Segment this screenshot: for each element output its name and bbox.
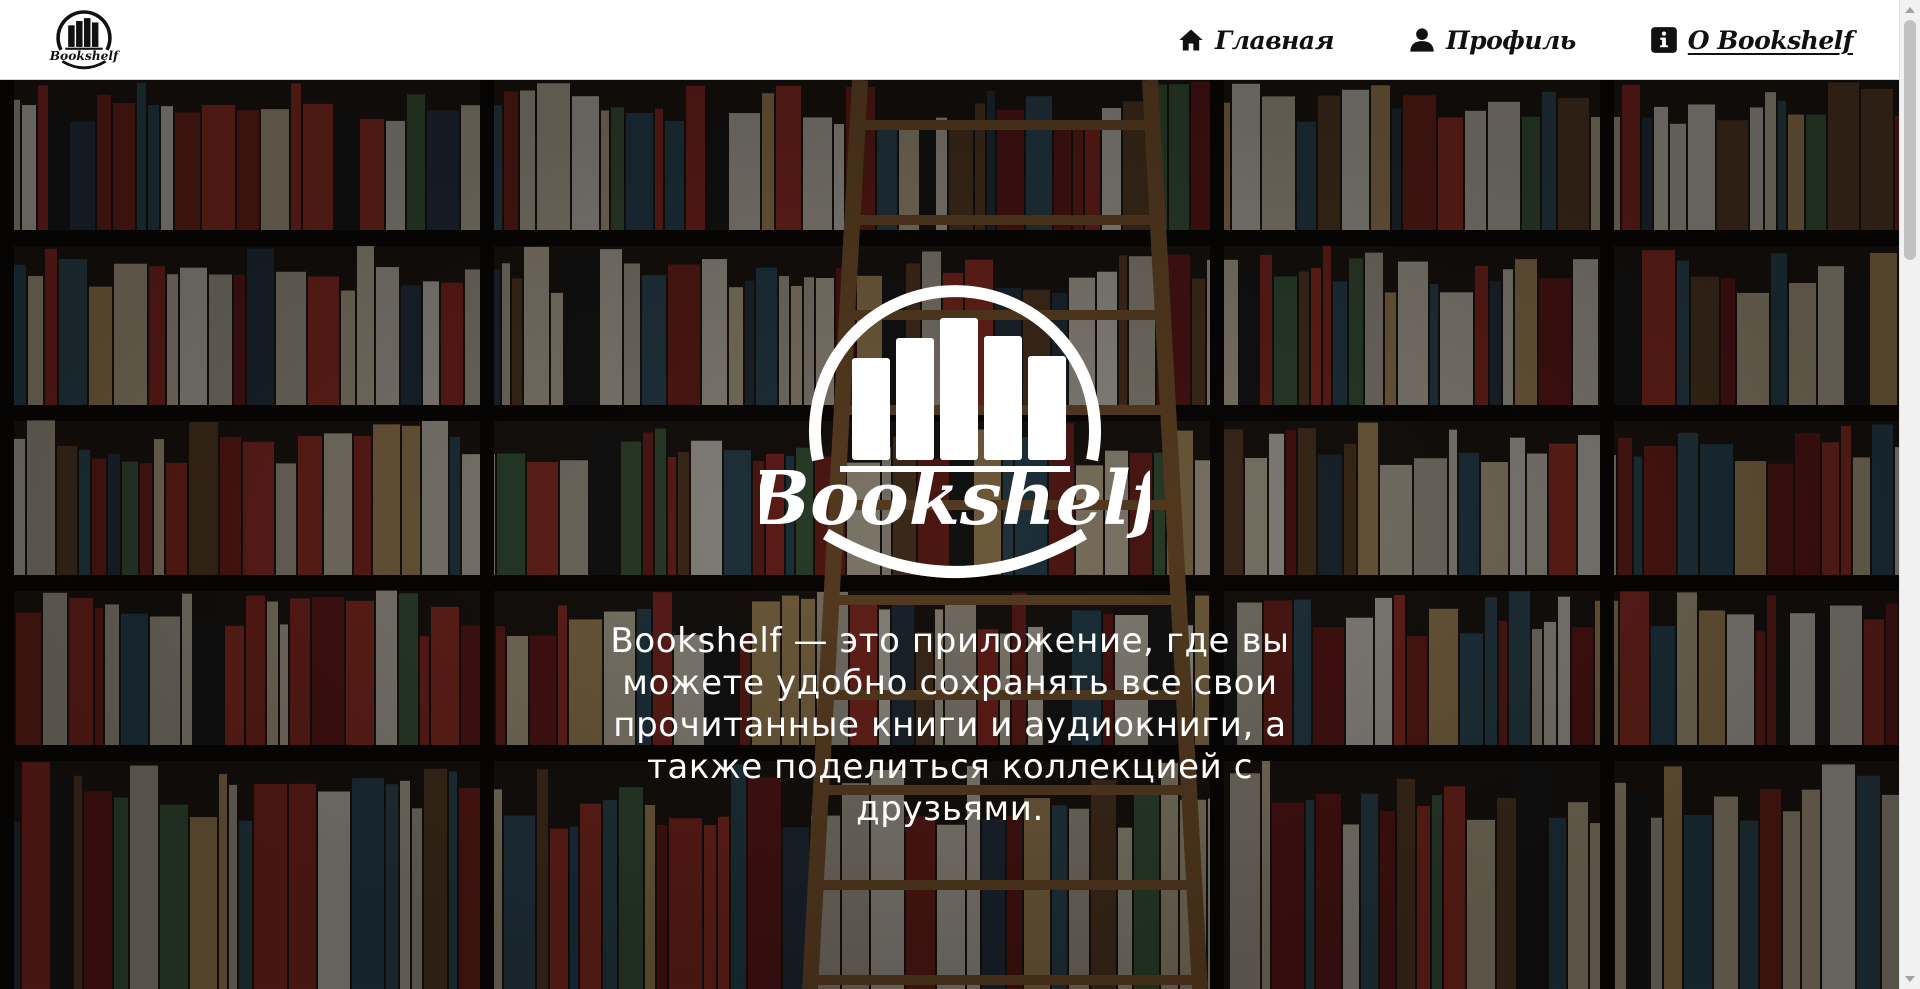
user-icon (1410, 28, 1434, 52)
hero-logo-text: Bookshelf (760, 456, 1150, 542)
home-icon (1179, 29, 1203, 51)
nav-about[interactable]: О Bookshelf (1650, 25, 1854, 55)
bookshelf-logo[interactable]: Bookshelf (48, 8, 120, 70)
nav-home[interactable]: Главная (1177, 25, 1335, 55)
scroll-up-arrow-icon[interactable] (1905, 7, 1915, 13)
nav-about-label: О Bookshelf (1687, 25, 1854, 55)
scrollbar-thumb[interactable] (1904, 20, 1916, 260)
info-icon (1650, 27, 1677, 53)
nav-home-label: Главная (1215, 25, 1335, 55)
hero-section: Bookshelf Bookshelf — это приложение, гд… (0, 80, 1899, 989)
app-description: Bookshelf — это приложение, где вы может… (610, 621, 1290, 829)
nav-profile[interactable]: Профиль (1408, 26, 1576, 55)
svg-text:Bookshelf: Bookshelf (49, 49, 120, 63)
main-nav: Главная Профиль О Bookshelf (1177, 0, 1899, 80)
hero-bookshelf-logo: Bookshelf (760, 285, 1150, 578)
top-navbar: Bookshelf Главная Профиль О Bookshelf (0, 0, 1899, 80)
nav-profile-label: Профиль (1446, 25, 1576, 55)
scroll-down-arrow-icon[interactable] (1905, 976, 1915, 982)
page-scrollbar[interactable] (1899, 0, 1920, 989)
